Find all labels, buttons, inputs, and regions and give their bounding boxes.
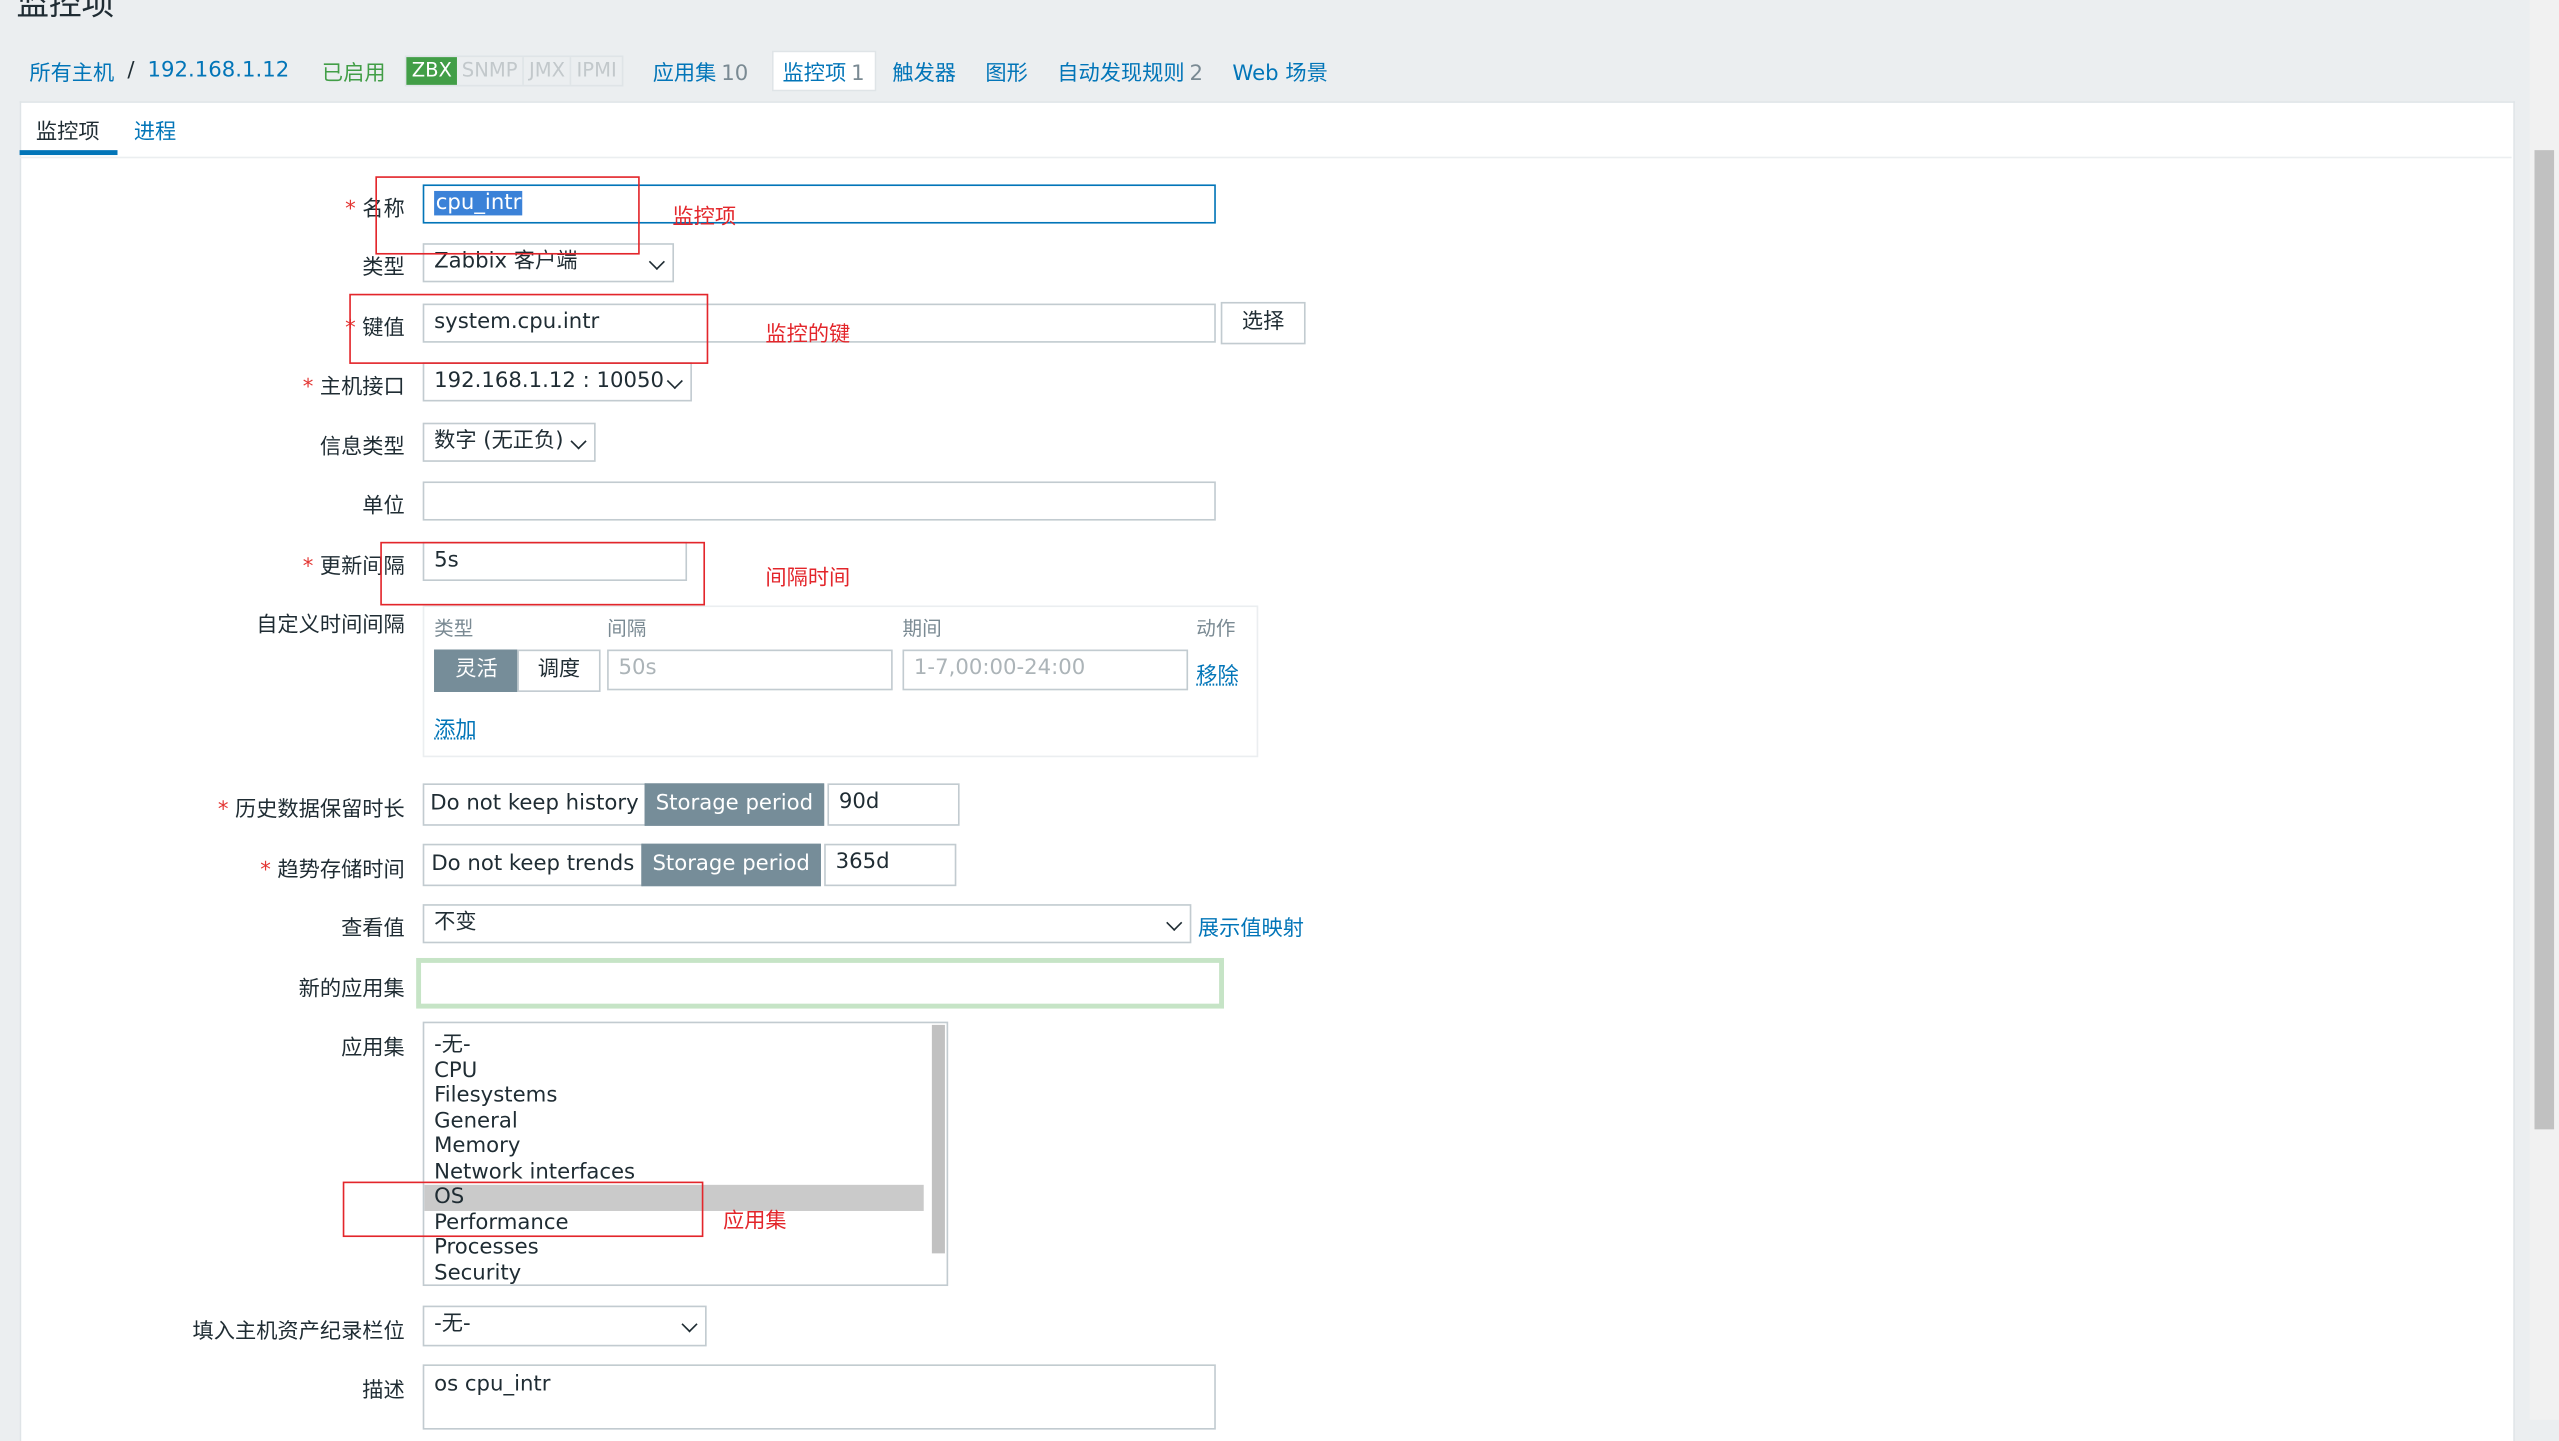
- history-period-field[interactable]: 90d: [827, 783, 960, 826]
- annotation-key: 监控的键: [765, 323, 851, 348]
- interval-label: * 更新间隔: [302, 554, 405, 580]
- listbox-scrollbar[interactable]: [931, 1024, 945, 1254]
- apps-listbox[interactable]: -无- CPU Filesystems General Memory Netwo…: [422, 1021, 949, 1287]
- name-label: * 名称: [345, 197, 405, 222]
- new-app-label: 新的应用集: [298, 977, 405, 1003]
- list-item[interactable]: CPU: [424, 1058, 923, 1083]
- key-select-button[interactable]: 选择: [1220, 301, 1306, 345]
- col-action: 动作: [1196, 616, 1236, 640]
- custom-period-field[interactable]: 1-7,00:00-24:00: [902, 649, 1189, 691]
- nav-items[interactable]: 监控项 1: [771, 49, 877, 91]
- nav-web[interactable]: Web 场景: [1232, 55, 1327, 85]
- breadcrumb-all-hosts[interactable]: 所有主机: [29, 55, 114, 85]
- units-field[interactable]: [422, 481, 1216, 521]
- host-status[interactable]: 已启用: [322, 55, 386, 85]
- tab-bar: 监控项 进程: [19, 101, 2512, 159]
- apps-label: 应用集: [341, 1036, 405, 1061]
- trends-period-field[interactable]: 365d: [824, 843, 957, 887]
- annotation-name: 监控项: [672, 205, 737, 231]
- annotation-box-key: [349, 293, 709, 364]
- description-label: 描述: [362, 1379, 405, 1404]
- breadcrumb-separator: /: [127, 57, 135, 83]
- info-type-select[interactable]: 数字 (无正负): [422, 422, 596, 462]
- col-interval: 间隔: [607, 616, 647, 640]
- custom-intervals-label: 自定义时间间隔: [256, 613, 405, 639]
- nav-triggers[interactable]: 触发器: [892, 55, 956, 85]
- list-item[interactable]: Security: [424, 1261, 923, 1285]
- breadcrumb-host[interactable]: 192.168.1.12: [148, 58, 290, 82]
- list-item[interactable]: Filesystems: [424, 1084, 923, 1109]
- list-item[interactable]: General: [424, 1109, 923, 1134]
- annotation-apps: 应用集: [722, 1209, 787, 1234]
- valuemap-label: 查看值: [341, 917, 405, 942]
- trends-storage-toggle[interactable]: Storage period: [641, 843, 821, 887]
- annotation-box-apps: [342, 1181, 704, 1238]
- annotation-box-interval: [380, 541, 706, 606]
- availability-ipmi: IPMI: [576, 57, 617, 81]
- units-label: 单位: [362, 494, 405, 519]
- col-period: 期间: [902, 616, 942, 640]
- trends-label: * 趋势存储时间: [260, 858, 405, 883]
- history-label: * 历史数据保留时长: [217, 798, 405, 823]
- active-tab-indicator: [19, 150, 118, 156]
- interface-select[interactable]: 192.168.1.12 : 10050: [422, 362, 692, 402]
- col-type: 类型: [434, 616, 474, 640]
- page-title: 监控项: [16, 0, 115, 23]
- valuemap-select[interactable]: 不变: [422, 904, 1192, 944]
- remove-interval-link[interactable]: 移除: [1196, 658, 1238, 688]
- availability-zbx: ZBX: [406, 56, 457, 85]
- scheduling-toggle[interactable]: 调度: [517, 649, 601, 692]
- show-valuemap-link[interactable]: 展示值映射: [1198, 911, 1304, 941]
- tab-items[interactable]: 监控项: [36, 114, 100, 145]
- nav-discovery[interactable]: 自动发现规则 2: [1057, 55, 1203, 85]
- type-label: 类型: [362, 256, 405, 281]
- interface-label: * 主机接口: [302, 375, 405, 400]
- inventory-label: 填入主机资产纪录栏位: [192, 1320, 405, 1345]
- availability-indicators: ZBX SNMP JMX IPMI: [405, 54, 624, 86]
- history-no-keep-toggle[interactable]: Do not keep history: [422, 783, 647, 826]
- availability-snmp: SNMP: [457, 56, 525, 85]
- annotation-interval: 间隔时间: [765, 566, 851, 591]
- list-item[interactable]: Memory: [424, 1134, 923, 1159]
- page-scrollbar-thumb[interactable]: [2534, 150, 2555, 1130]
- breadcrumb: 所有主机 / 192.168.1.12 已启用 ZBX SNMP JMX IPM…: [29, 49, 1328, 91]
- availability-jmx: JMX: [524, 56, 572, 85]
- tab-process[interactable]: 进程: [134, 114, 176, 145]
- trends-no-keep-toggle[interactable]: Do not keep trends: [422, 843, 644, 887]
- inventory-select[interactable]: -无-: [422, 1305, 707, 1347]
- nav-applications[interactable]: 应用集 10: [653, 55, 749, 85]
- nav-graphs[interactable]: 图形: [985, 55, 1027, 85]
- key-label: * 键值: [345, 316, 405, 342]
- flexible-toggle[interactable]: 灵活: [434, 649, 519, 692]
- custom-interval-field[interactable]: 50s: [607, 649, 893, 691]
- new-app-field[interactable]: [416, 957, 1224, 1009]
- list-item[interactable]: -无-: [424, 1033, 923, 1058]
- info-type-label: 信息类型: [319, 435, 405, 461]
- list-item[interactable]: Processes: [424, 1235, 923, 1260]
- add-interval-link[interactable]: 添加: [434, 712, 476, 742]
- annotation-box-name: [375, 176, 640, 255]
- history-storage-toggle[interactable]: Storage period: [644, 783, 825, 826]
